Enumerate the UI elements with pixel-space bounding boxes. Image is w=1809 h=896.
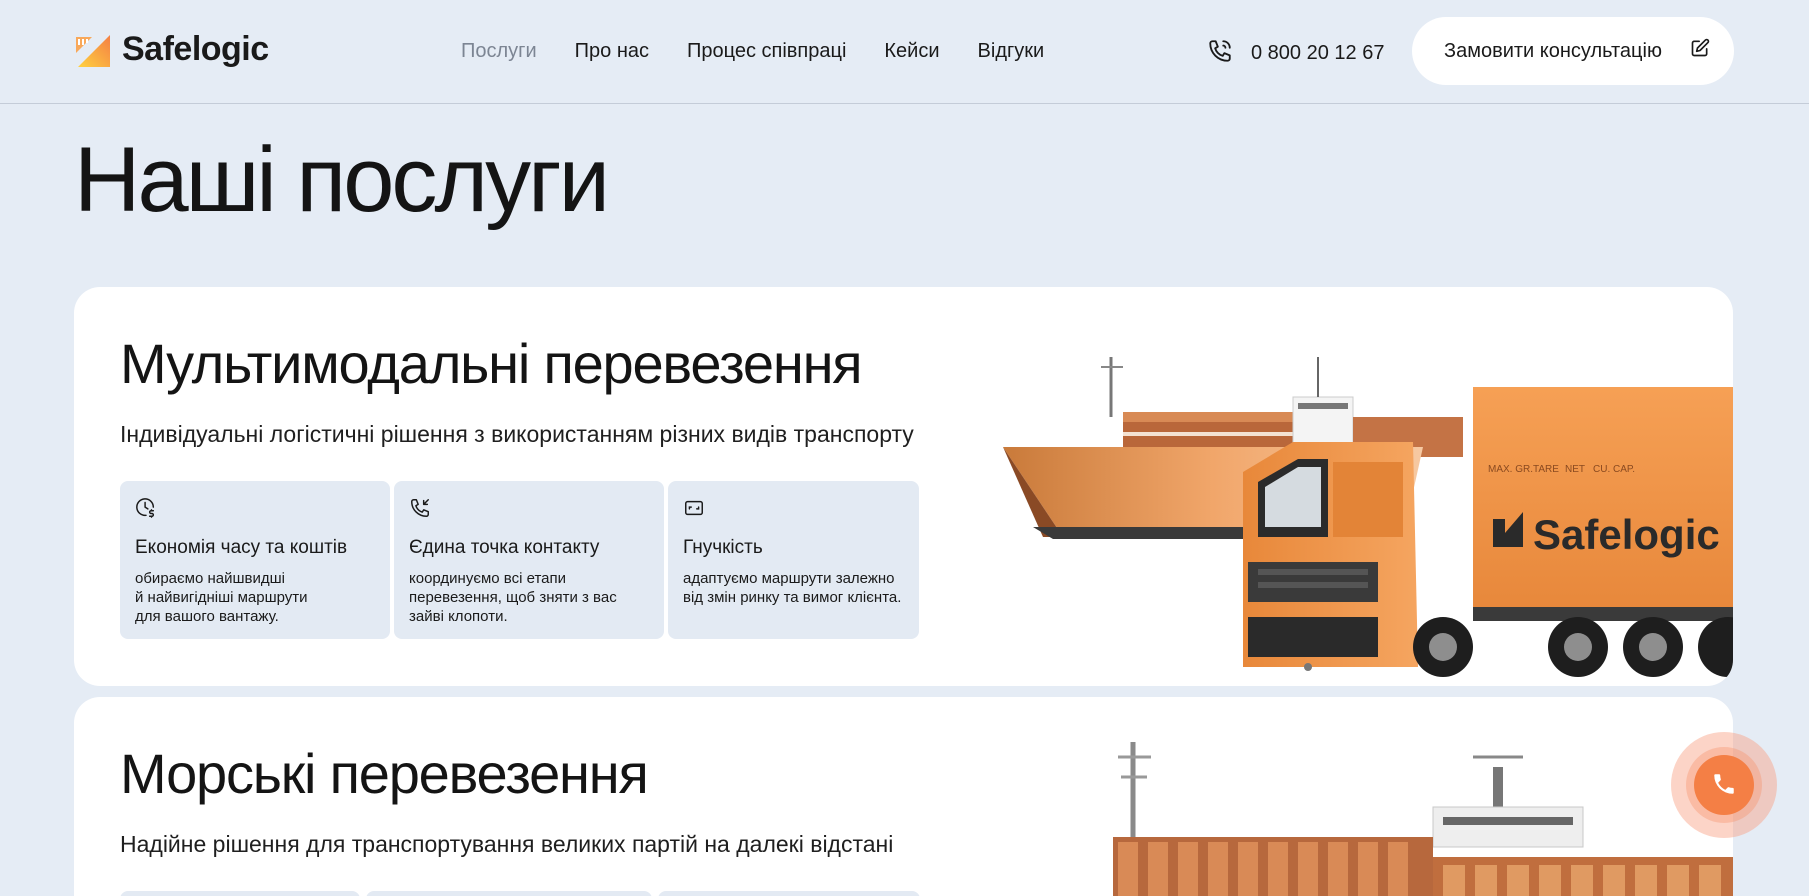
truck-mark: CU. CAP. <box>1593 464 1635 475</box>
edit-icon <box>1690 38 1710 64</box>
logo-icon <box>74 31 112 69</box>
truck-mark: NET <box>1565 464 1585 475</box>
service-card-sea: Морські перевезення Надійне рішення для … <box>74 697 1733 896</box>
floating-call-halo <box>1671 732 1777 838</box>
order-consultation-button[interactable]: Замовити консультацію <box>1412 17 1734 85</box>
feature-item <box>658 891 920 896</box>
ship-icon <box>1113 742 1733 896</box>
feature-desc: координуємо всі етапи перевезення, щоб з… <box>409 570 617 625</box>
feature-item: Єдина точка контакту координуємо всі ета… <box>394 481 664 639</box>
service-card-multimodal: Мультимодальні перевезення Індивідуальні… <box>74 287 1733 686</box>
phone-icon <box>1711 771 1737 800</box>
card-icon <box>683 497 705 519</box>
service-subtitle: Індивідуальні логістичні рішення з викор… <box>120 421 914 447</box>
ship-truck-illustration: MAX. GR. TARE NET CU. CAP. Safelogic <box>1003 357 1733 677</box>
feature-desc: обираємо найшвидші й найвигідніші маршру… <box>135 570 308 625</box>
truck-mark: MAX. GR. <box>1488 464 1533 475</box>
floating-call-button[interactable] <box>1694 755 1754 815</box>
service-subtitle: Надійне рішення для транспортування вели… <box>120 831 894 857</box>
feature-item: Гнучкість адаптуємо маршрути залежно від… <box>668 481 919 639</box>
truck-mark: TARE <box>1533 464 1559 475</box>
page-title: Наші послуги <box>74 129 610 231</box>
feature-item <box>366 891 652 896</box>
nav-item-about[interactable]: Про нас <box>575 40 649 63</box>
feature-item: Економія часу та коштів обираємо найшвид… <box>120 481 390 639</box>
feature-list <box>120 891 920 896</box>
logo-text: Safelogic <box>122 30 269 68</box>
phone-incoming-icon <box>409 497 431 519</box>
nav-item-reviews[interactable]: Відгуки <box>978 40 1045 63</box>
clock-dollar-icon <box>135 497 157 519</box>
phone-number: 0 800 20 12 67 <box>1251 42 1385 64</box>
feature-desc: адаптуємо маршрути залежно від змін ринк… <box>683 570 902 606</box>
nav-item-services[interactable]: Послуги <box>461 40 537 63</box>
nav-item-process[interactable]: Процес співпраці <box>687 40 846 63</box>
site-header: Safelogic Послуги Про нас Процес співпра… <box>0 0 1809 104</box>
ship-illustration <box>1113 742 1733 896</box>
feature-list: Економія часу та коштів обираємо найшвид… <box>120 481 919 639</box>
phone-link[interactable]: 0 800 20 12 67 <box>1207 38 1384 69</box>
feature-title: Гнучкість <box>683 537 763 558</box>
service-title: Морські перевезення <box>120 742 649 805</box>
order-consultation-label: Замовити консультацію <box>1444 39 1662 62</box>
main-nav: Послуги Про нас Процес співпраці Кейси В… <box>461 40 1044 63</box>
nav-item-cases[interactable]: Кейси <box>884 40 939 63</box>
feature-title: Економія часу та коштів <box>135 537 348 558</box>
logo[interactable]: Safelogic <box>74 30 269 69</box>
phone-call-icon <box>1207 38 1233 69</box>
truck-brand-text: Safelogic <box>1533 511 1720 558</box>
feature-title: Єдина точка контакту <box>409 537 600 558</box>
service-title: Мультимодальні перевезення <box>120 332 863 395</box>
feature-item <box>120 891 360 896</box>
